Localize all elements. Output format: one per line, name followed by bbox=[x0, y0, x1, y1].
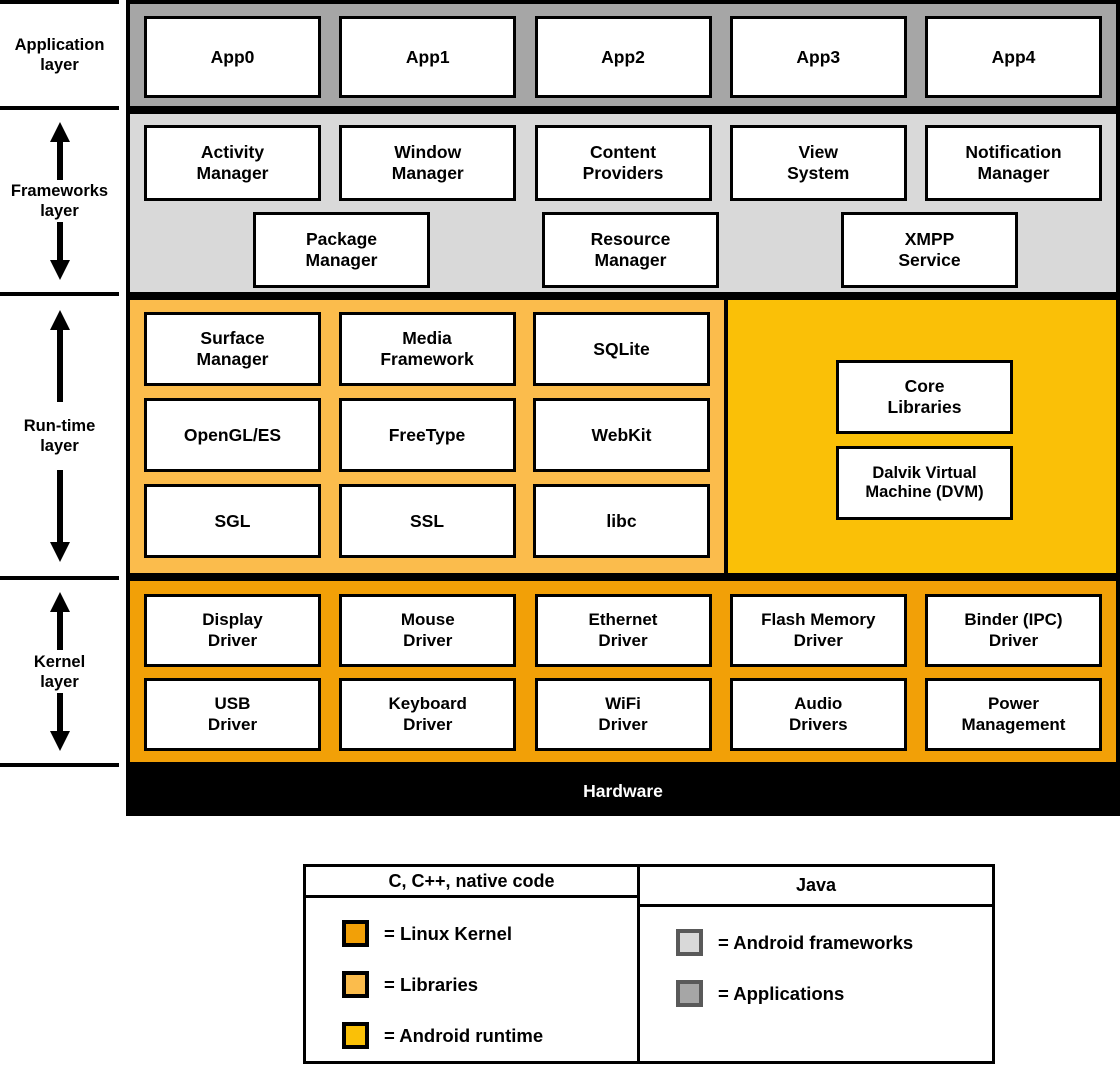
library-box-ssl[interactable]: SSL bbox=[338, 484, 516, 558]
kernel-row-1: Display Driver Mouse Driver Ethernet Driver… bbox=[144, 594, 1102, 667]
libraries-pane: Surface Manager Media Framework SQLite Ope… bbox=[130, 300, 728, 573]
kernel-box-flash-memory-driver[interactable]: Flash Memory Driver bbox=[729, 594, 907, 667]
arrow-up-frameworks bbox=[49, 122, 70, 180]
android-architecture-diagram: Application layer Frameworks layer Run-tim… bbox=[0, 0, 1120, 1068]
app-box-app1[interactable]: App1 bbox=[339, 16, 517, 98]
kernel-row-2: USB Driver Keyboard Driver WiFi Driver Audi… bbox=[144, 678, 1102, 751]
libraries-row-3: SGL SSL libc bbox=[144, 484, 710, 558]
layer-cell-application: Application layer bbox=[0, 0, 119, 110]
legend: C, C++, native code = Linux Kernel = Lib… bbox=[303, 864, 995, 1064]
arrow-up-kernel bbox=[49, 592, 70, 650]
legend-items-native: = Linux Kernel = Libraries = Android run… bbox=[306, 898, 637, 1061]
framework-box-resource-manager[interactable]: Resource Manager bbox=[542, 212, 719, 288]
application-row: App0 App1 App2 App3 App4 bbox=[144, 16, 1102, 98]
legend-label-android-frameworks: = Android frameworks bbox=[718, 931, 914, 953]
libraries-row-2: OpenGL/ES FreeType WebKit bbox=[144, 398, 710, 472]
framework-box-view-system[interactable]: View System bbox=[729, 125, 907, 201]
kernel-box-audio-drivers[interactable]: Audio Drivers bbox=[729, 678, 907, 751]
frameworks-row-1: Activity Manager Window Manager Content Pro… bbox=[144, 125, 1102, 201]
layer-label-column: Application layer Frameworks layer Run-tim… bbox=[0, 0, 119, 767]
legend-column-native: C, C++, native code = Linux Kernel = Lib… bbox=[306, 867, 640, 1061]
legend-label-applications: = Applications bbox=[718, 982, 845, 1004]
android-runtime-pane: Core Libraries Dalvik Virtual Machine (DVM… bbox=[728, 300, 1116, 573]
architecture-stack: App0 App1 App2 App3 App4 Activity Manager… bbox=[126, 0, 1120, 816]
kernel-box-power-management[interactable]: Power Management bbox=[925, 678, 1102, 751]
arrow-down-frameworks bbox=[49, 222, 70, 280]
framework-box-xmpp-service[interactable]: XMPP Service bbox=[841, 212, 1018, 288]
legend-heading-java: Java bbox=[640, 867, 992, 907]
legend-column-java: Java = Android frameworks = Applications bbox=[640, 867, 992, 1061]
framework-box-notification-manager[interactable]: Notification Manager bbox=[925, 125, 1102, 201]
layer-label-application: Application layer bbox=[14, 35, 105, 74]
legend-row-applications: = Applications bbox=[640, 968, 992, 1019]
kernel-box-keyboard-driver[interactable]: Keyboard Driver bbox=[339, 678, 517, 751]
legend-label-linux-kernel: = Linux Kernel bbox=[384, 922, 512, 944]
library-box-surface-manager[interactable]: Surface Manager bbox=[144, 312, 321, 386]
hardware-label: Hardware bbox=[583, 781, 663, 801]
hardware-band: Hardware bbox=[126, 766, 1120, 816]
app-box-app3[interactable]: App3 bbox=[729, 16, 907, 98]
legend-swatch-android-frameworks bbox=[676, 929, 703, 956]
legend-swatch-applications bbox=[676, 980, 703, 1007]
arrow-up-runtime bbox=[49, 310, 70, 402]
legend-row-libraries: = Libraries bbox=[306, 959, 637, 1010]
framework-box-activity-manager[interactable]: Activity Manager bbox=[144, 125, 321, 201]
legend-swatch-android-runtime bbox=[342, 1022, 369, 1049]
library-box-media-framework[interactable]: Media Framework bbox=[338, 312, 516, 386]
legend-heading-native: C, C++, native code bbox=[306, 867, 637, 898]
runtime-box-core-libraries[interactable]: Core Libraries bbox=[836, 360, 1013, 434]
legend-items-java: = Android frameworks = Applications bbox=[640, 907, 992, 1061]
kernel-box-usb-driver[interactable]: USB Driver bbox=[144, 678, 321, 751]
layer-cell-frameworks: Frameworks layer bbox=[0, 106, 119, 296]
frameworks-row-2: Package Manager Resource Manager XMPP Servi… bbox=[144, 212, 1102, 288]
frameworks-layer-band: Activity Manager Window Manager Content Pro… bbox=[126, 110, 1120, 296]
library-box-opengl-es[interactable]: OpenGL/ES bbox=[144, 398, 321, 472]
library-box-sqlite[interactable]: SQLite bbox=[533, 312, 710, 386]
legend-row-android-runtime: = Android runtime bbox=[306, 1010, 637, 1061]
layer-label-runtime: Run-time layer bbox=[23, 416, 96, 455]
kernel-layer-band: Display Driver Mouse Driver Ethernet Driver… bbox=[126, 577, 1120, 766]
kernel-box-wifi-driver[interactable]: WiFi Driver bbox=[534, 678, 712, 751]
legend-label-android-runtime: = Android runtime bbox=[384, 1024, 544, 1046]
library-box-webkit[interactable]: WebKit bbox=[533, 398, 710, 472]
runtime-box-dalvik-vm[interactable]: Dalvik Virtual Machine (DVM) bbox=[836, 446, 1013, 520]
framework-box-package-manager[interactable]: Package Manager bbox=[253, 212, 430, 288]
app-box-app4[interactable]: App4 bbox=[925, 16, 1102, 98]
app-box-app0[interactable]: App0 bbox=[144, 16, 321, 98]
layer-cell-kernel: Kernel layer bbox=[0, 576, 119, 767]
legend-swatch-libraries bbox=[342, 971, 369, 998]
app-box-app2[interactable]: App2 bbox=[534, 16, 712, 98]
libraries-row-1: Surface Manager Media Framework SQLite bbox=[144, 312, 710, 386]
kernel-box-display-driver[interactable]: Display Driver bbox=[144, 594, 321, 667]
library-box-sgl[interactable]: SGL bbox=[144, 484, 321, 558]
application-layer-band: App0 App1 App2 App3 App4 bbox=[126, 0, 1120, 110]
arrow-down-kernel bbox=[49, 693, 70, 751]
kernel-box-ethernet-driver[interactable]: Ethernet Driver bbox=[534, 594, 712, 667]
framework-box-content-providers[interactable]: Content Providers bbox=[534, 125, 712, 201]
arrow-down-runtime bbox=[49, 470, 70, 562]
library-box-freetype[interactable]: FreeType bbox=[338, 398, 516, 472]
runtime-layer-band: Surface Manager Media Framework SQLite Ope… bbox=[126, 296, 1120, 577]
layer-label-frameworks: Frameworks layer bbox=[10, 181, 109, 220]
kernel-box-binder-ipc-driver[interactable]: Binder (IPC) Driver bbox=[925, 594, 1102, 667]
legend-swatch-linux-kernel bbox=[342, 920, 369, 947]
legend-row-linux-kernel: = Linux Kernel bbox=[306, 908, 637, 959]
library-box-libc[interactable]: libc bbox=[533, 484, 710, 558]
layer-label-kernel: Kernel layer bbox=[33, 652, 86, 691]
layer-cell-runtime: Run-time layer bbox=[0, 292, 119, 580]
legend-row-android-frameworks: = Android frameworks bbox=[640, 917, 992, 968]
framework-box-window-manager[interactable]: Window Manager bbox=[339, 125, 517, 201]
legend-label-libraries: = Libraries bbox=[384, 973, 479, 995]
kernel-box-mouse-driver[interactable]: Mouse Driver bbox=[339, 594, 517, 667]
